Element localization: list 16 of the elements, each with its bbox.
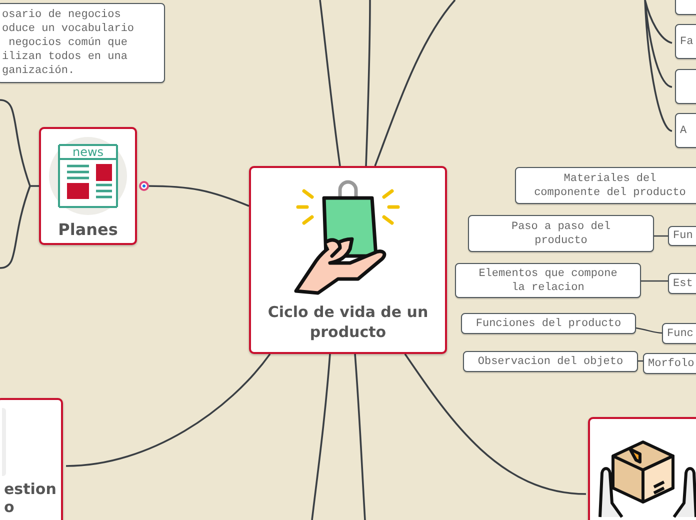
topic-note: Funciones del producto	[461, 313, 636, 334]
topic-note: Func	[662, 323, 696, 344]
topic-title: estion o	[4, 480, 56, 516]
topic-note: Observacion del objeto	[463, 351, 638, 372]
topic-note: Morfolo	[643, 353, 696, 374]
topic-note: osario de negocios oduce un vocabulario negocios común que ilizan todos en una ganización.	[0, 3, 165, 83]
topic-note: Fa	[675, 24, 696, 59]
central-topic-title: Ciclo de vida de un producto	[266, 302, 430, 342]
topic-note: Est	[668, 273, 696, 294]
topic-note: A	[675, 113, 696, 148]
topic-note: Paso a paso del producto	[468, 215, 654, 252]
topic-note: Materiales del componente del producto	[515, 167, 696, 204]
topic-note: Fun	[668, 226, 696, 246]
topic-title: Planes	[58, 219, 118, 241]
newspaper-icon: news	[49, 137, 127, 215]
topic-note: Elementos que compone la relacion	[455, 263, 641, 298]
